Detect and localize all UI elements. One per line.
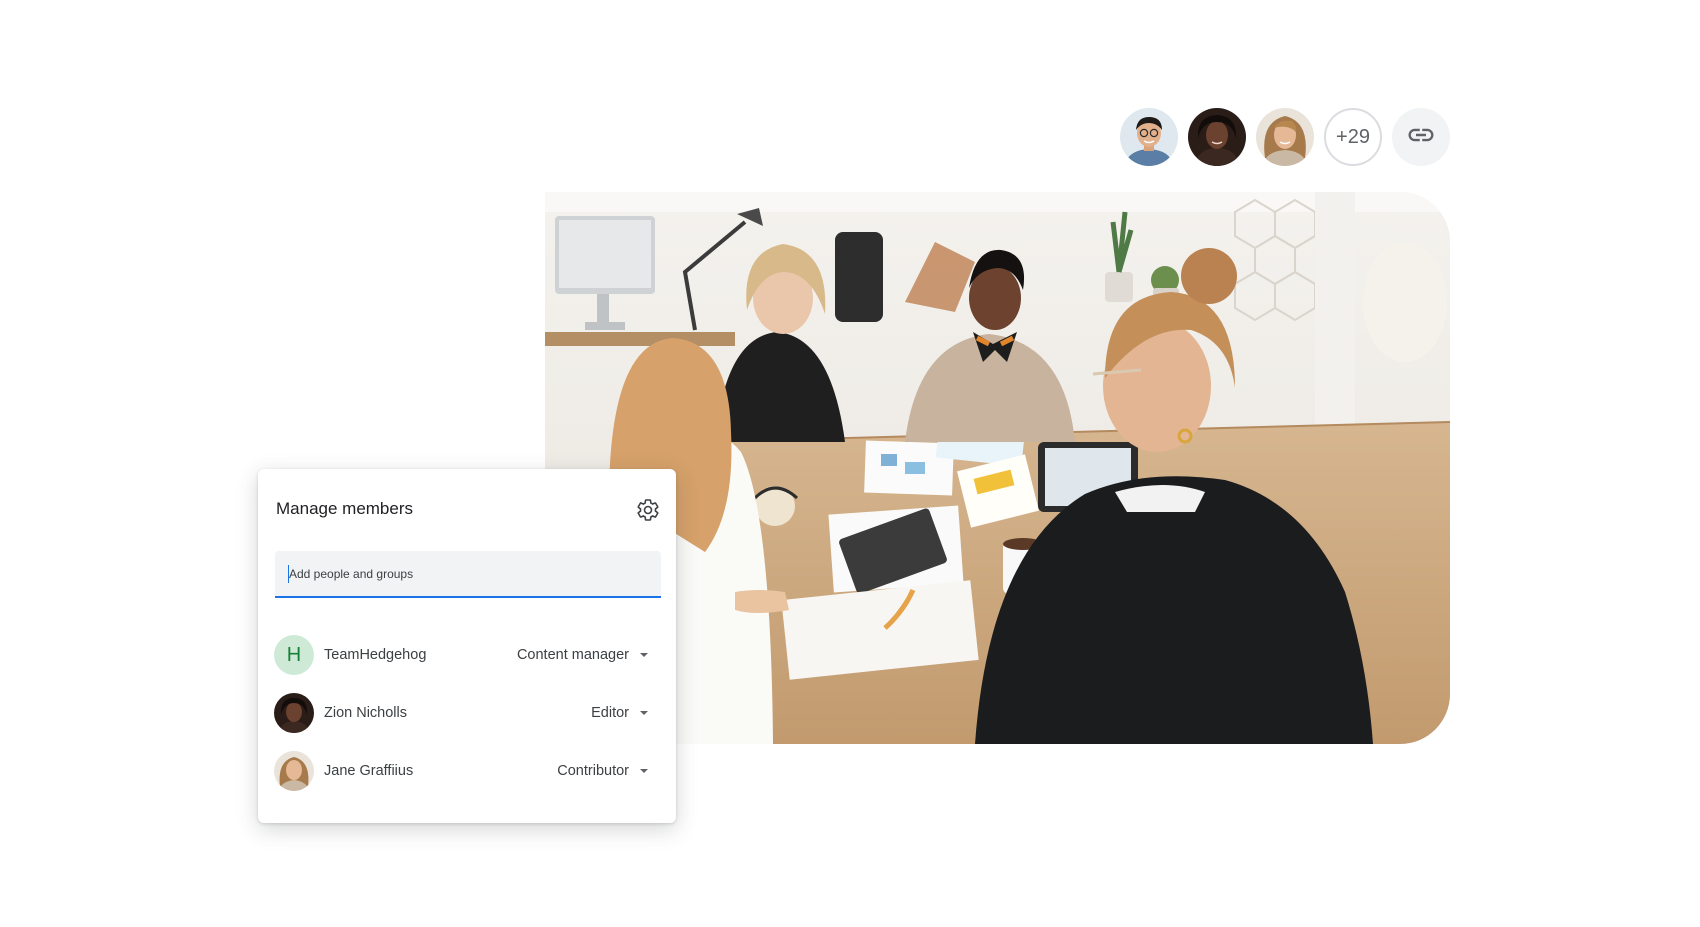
more-members-count[interactable]: +29 <box>1324 108 1382 166</box>
caret-down-icon <box>640 653 648 657</box>
role-dropdown[interactable]: Editor <box>591 702 648 724</box>
avatar <box>274 693 314 733</box>
avatar-3[interactable] <box>1256 108 1314 166</box>
role-dropdown[interactable]: Contributor <box>557 760 648 782</box>
role-label: Content manager <box>516 647 629 663</box>
member-name: Zion Nicholls <box>324 705 407 721</box>
caret-down-icon <box>640 711 648 715</box>
member-name: Jane Graffiius <box>324 763 414 779</box>
card-title: Manage members <box>276 499 414 518</box>
link-icon <box>1406 120 1436 155</box>
member-row-jane-graffiius: Jane Graffiius Contributor <box>274 749 662 793</box>
manage-members-card: Manage members H TeamHedgehog Content ma… <box>258 469 676 823</box>
member-name: TeamHedgehog <box>324 647 427 663</box>
group-avatar: H <box>274 635 314 675</box>
avatar-2[interactable] <box>1188 108 1246 166</box>
collaborator-avatars: +29 <box>1120 108 1470 166</box>
member-row-zion-nicholls: Zion Nicholls Editor <box>274 691 662 735</box>
settings-button[interactable] <box>636 498 660 522</box>
team-meeting-photo <box>545 192 1450 744</box>
add-people-input[interactable] <box>289 551 649 596</box>
role-label: Contributor <box>557 763 629 779</box>
avatar <box>274 751 314 791</box>
role-label: Editor <box>591 705 629 721</box>
role-dropdown[interactable]: Content manager <box>517 644 648 666</box>
avatar-1[interactable] <box>1120 108 1178 166</box>
copy-link-button[interactable] <box>1392 108 1450 166</box>
member-row-teamhedgehog: H TeamHedgehog Content manager <box>274 633 662 677</box>
gear-icon <box>636 499 660 526</box>
add-people-field <box>275 551 661 598</box>
caret-down-icon <box>640 769 648 773</box>
